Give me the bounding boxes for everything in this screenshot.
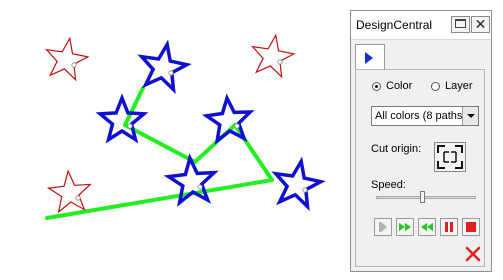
paths-select-value: All colors (8 paths): [375, 110, 467, 122]
color-radio-label: Color: [386, 80, 413, 92]
star-shape[interactable]: [45, 36, 90, 82]
rewind-icon: [421, 223, 433, 231]
panel-title: DesignCentral: [356, 18, 433, 32]
red-x-icon[interactable]: [464, 245, 482, 263]
cut-path-segment: [123, 86, 145, 127]
panel-titlebar[interactable]: DesignCentral ✕: [351, 11, 491, 40]
pause-button[interactable]: [440, 218, 458, 236]
chevron-down-icon[interactable]: [462, 107, 478, 125]
start-point-marker: [71, 62, 77, 68]
close-button[interactable]: ✕: [471, 16, 490, 33]
start-point-marker: [75, 195, 81, 201]
layer-radio[interactable]: Layer: [431, 80, 473, 92]
start-point-marker: [277, 59, 283, 65]
rewind-button[interactable]: [418, 218, 436, 236]
stop-button[interactable]: [462, 218, 480, 236]
play-arrow-icon: [365, 52, 373, 64]
radio-dot-selected: [372, 81, 381, 91]
play-icon: [379, 222, 387, 232]
color-radio[interactable]: Color: [372, 80, 412, 92]
tab-strip: [351, 40, 491, 70]
selected-star-shape[interactable]: [201, 93, 255, 145]
radio-dot: [431, 81, 440, 91]
minimize-button[interactable]: [451, 16, 470, 33]
selected-star-shape[interactable]: [271, 156, 326, 212]
selected-star-shape[interactable]: [137, 39, 192, 95]
speed-slider-thumb[interactable]: [419, 191, 425, 203]
speed-slider-track[interactable]: [376, 196, 476, 199]
cut-origin-selector[interactable]: [434, 142, 466, 172]
fast-forward-button[interactable]: [396, 218, 414, 236]
pause-icon: [445, 222, 453, 232]
tab-content: Color Layer All colors (8 paths) Cut ori…: [355, 69, 485, 267]
start-point-marker: [127, 123, 133, 129]
paths-select[interactable]: All colors (8 paths): [371, 106, 479, 126]
start-point-marker: [168, 70, 174, 76]
star-shape[interactable]: [46, 169, 92, 214]
speed-label: Speed:: [371, 179, 406, 191]
play-button[interactable]: [374, 218, 392, 236]
design-central-panel: DesignCentral ✕ Color Layer All colors (…: [350, 10, 492, 272]
drawing-canvas[interactable]: [0, 0, 345, 280]
stop-icon: [466, 222, 476, 232]
corner-brackets-icon: [437, 145, 463, 169]
start-point-marker: [302, 187, 308, 193]
fast-forward-icon: [399, 223, 411, 231]
start-point-marker: [197, 184, 203, 190]
star-shape[interactable]: [251, 33, 296, 79]
tab-main[interactable]: [355, 44, 385, 70]
cut-path-segment: [123, 123, 197, 164]
close-icon: ✕: [474, 16, 487, 32]
start-point-marker: [234, 123, 240, 129]
minimize-icon: [455, 19, 466, 28]
cut-origin-label: Cut origin:: [371, 143, 422, 155]
layer-radio-label: Layer: [445, 80, 473, 92]
